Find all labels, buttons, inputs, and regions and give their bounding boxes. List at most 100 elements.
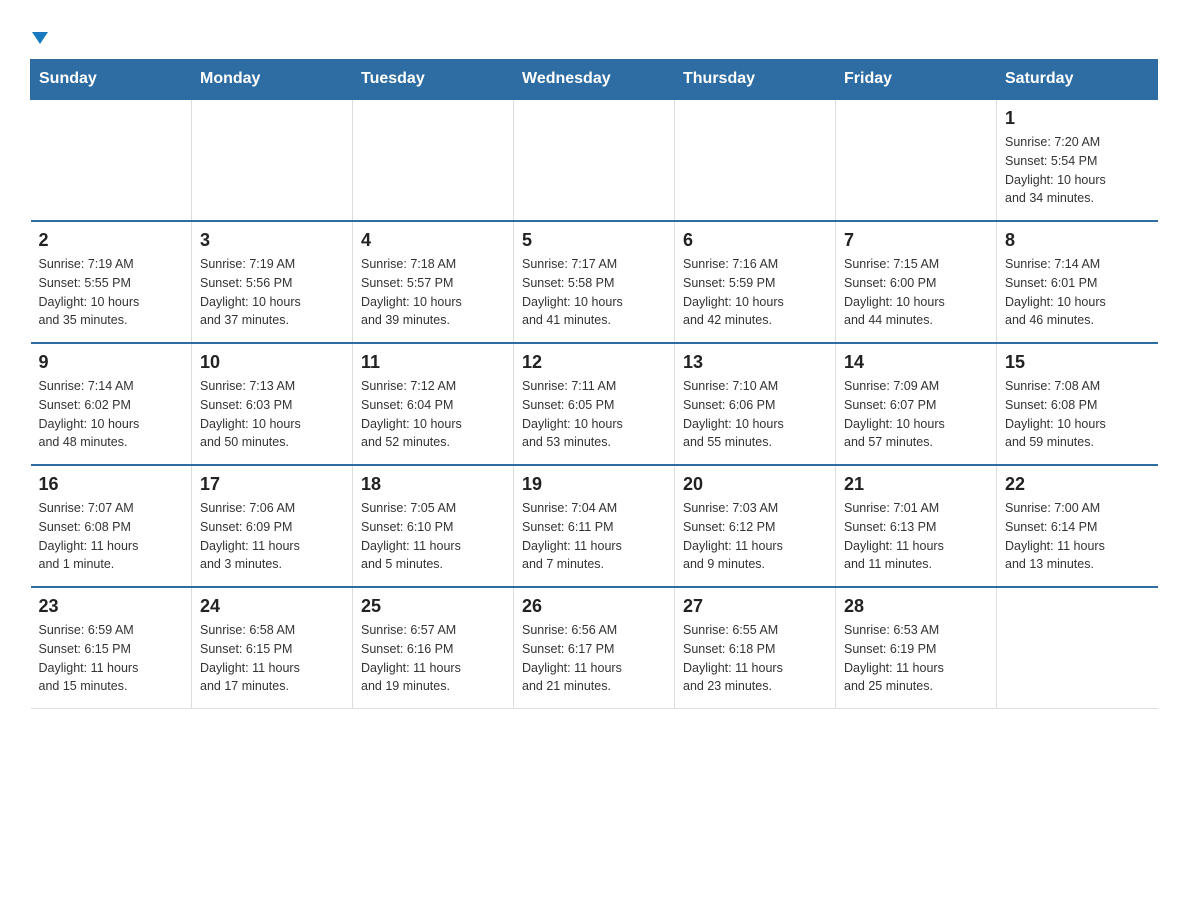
cell-info-text: Sunrise: 7:13 AMSunset: 6:03 PMDaylight:…: [200, 377, 344, 452]
day-header-wednesday: Wednesday: [514, 60, 675, 100]
calendar-cell: 19 Sunrise: 7:04 AMSunset: 6:11 PMDayligh…: [514, 465, 675, 587]
calendar-cell: 22 Sunrise: 7:00 AMSunset: 6:14 PMDayligh…: [997, 465, 1158, 587]
cell-info-text: Sunrise: 7:15 AMSunset: 6:00 PMDaylight:…: [844, 255, 988, 330]
cell-day-number: 24: [200, 596, 344, 617]
cell-info-text: Sunrise: 7:03 AMSunset: 6:12 PMDaylight:…: [683, 499, 827, 574]
cell-day-number: 26: [522, 596, 666, 617]
cell-info-text: Sunrise: 7:09 AMSunset: 6:07 PMDaylight:…: [844, 377, 988, 452]
calendar-table: SundayMondayTuesdayWednesdayThursdayFrid…: [30, 59, 1158, 709]
calendar-cell: 26Sunrise: 6:56 AMSunset: 6:17 PMDayligh…: [514, 587, 675, 709]
cell-day-number: 11: [361, 352, 505, 373]
cell-info-text: Sunrise: 6:55 AMSunset: 6:18 PMDaylight:…: [683, 621, 827, 696]
calendar-cell: 7 Sunrise: 7:15 AMSunset: 6:00 PMDaylight…: [836, 221, 997, 343]
cell-day-number: 9: [39, 352, 184, 373]
cell-day-number: 4: [361, 230, 505, 251]
calendar-cell: [31, 99, 192, 221]
calendar-cell: 23 Sunrise: 6:59 AMSunset: 6:15 PMDayligh…: [31, 587, 192, 709]
cell-day-number: 21: [844, 474, 988, 495]
calendar-cell: [514, 99, 675, 221]
cell-info-text: Sunrise: 6:53 AMSunset: 6:19 PMDaylight:…: [844, 621, 988, 696]
calendar-cell: 18 Sunrise: 7:05 AMSunset: 6:10 PMDayligh…: [353, 465, 514, 587]
calendar-cell: 25 Sunrise: 6:57 AMSunset: 6:16 PMDayligh…: [353, 587, 514, 709]
cell-day-number: 8: [1005, 230, 1150, 251]
logo-text: [30, 25, 48, 49]
calendar-body: 1 Sunrise: 7:20 AMSunset: 5:54 PMDaylight…: [31, 99, 1158, 709]
cell-info-text: Sunrise: 6:59 AMSunset: 6:15 PMDaylight:…: [39, 621, 184, 696]
calendar-cell: 16 Sunrise: 7:07 AMSunset: 6:08 PMDayligh…: [31, 465, 192, 587]
calendar-cell: 28 Sunrise: 6:53 AMSunset: 6:19 PMDayligh…: [836, 587, 997, 709]
calendar-cell: 13 Sunrise: 7:10 AMSunset: 6:06 PMDayligh…: [675, 343, 836, 465]
cell-day-number: 27: [683, 596, 827, 617]
calendar-cell: 12 Sunrise: 7:11 AMSunset: 6:05 PMDayligh…: [514, 343, 675, 465]
day-header-tuesday: Tuesday: [353, 60, 514, 100]
day-header-monday: Monday: [192, 60, 353, 100]
cell-info-text: Sunrise: 7:18 AMSunset: 5:57 PMDaylight:…: [361, 255, 505, 330]
calendar-cell: [997, 587, 1158, 709]
calendar-cell: 21 Sunrise: 7:01 AMSunset: 6:13 PMDayligh…: [836, 465, 997, 587]
cell-day-number: 1: [1005, 108, 1150, 129]
cell-info-text: Sunrise: 7:00 AMSunset: 6:14 PMDaylight:…: [1005, 499, 1150, 574]
calendar-cell: [353, 99, 514, 221]
cell-day-number: 6: [683, 230, 827, 251]
calendar-week-4: 23 Sunrise: 6:59 AMSunset: 6:15 PMDayligh…: [31, 587, 1158, 709]
calendar-cell: 17 Sunrise: 7:06 AMSunset: 6:09 PMDayligh…: [192, 465, 353, 587]
calendar-cell: [836, 99, 997, 221]
day-header-thursday: Thursday: [675, 60, 836, 100]
cell-day-number: 3: [200, 230, 344, 251]
cell-info-text: Sunrise: 7:04 AMSunset: 6:11 PMDaylight:…: [522, 499, 666, 574]
cell-day-number: 10: [200, 352, 344, 373]
cell-day-number: 23: [39, 596, 184, 617]
cell-info-text: Sunrise: 7:19 AMSunset: 5:55 PMDaylight:…: [39, 255, 184, 330]
calendar-cell: 4 Sunrise: 7:18 AMSunset: 5:57 PMDaylight…: [353, 221, 514, 343]
cell-info-text: Sunrise: 7:07 AMSunset: 6:08 PMDaylight:…: [39, 499, 184, 574]
day-header-saturday: Saturday: [997, 60, 1158, 100]
calendar-cell: 6 Sunrise: 7:16 AMSunset: 5:59 PMDaylight…: [675, 221, 836, 343]
cell-info-text: Sunrise: 7:06 AMSunset: 6:09 PMDaylight:…: [200, 499, 344, 574]
calendar-cell: 24 Sunrise: 6:58 AMSunset: 6:15 PMDayligh…: [192, 587, 353, 709]
cell-day-number: 12: [522, 352, 666, 373]
cell-info-text: Sunrise: 7:17 AMSunset: 5:58 PMDaylight:…: [522, 255, 666, 330]
calendar-week-2: 9 Sunrise: 7:14 AMSunset: 6:02 PMDaylight…: [31, 343, 1158, 465]
cell-info-text: Sunrise: 7:14 AMSunset: 6:02 PMDaylight:…: [39, 377, 184, 452]
cell-info-text: Sunrise: 7:12 AMSunset: 6:04 PMDaylight:…: [361, 377, 505, 452]
cell-day-number: 28: [844, 596, 988, 617]
cell-day-number: 25: [361, 596, 505, 617]
cell-info-text: Sunrise: 6:58 AMSunset: 6:15 PMDaylight:…: [200, 621, 344, 696]
cell-info-text: Sunrise: 7:16 AMSunset: 5:59 PMDaylight:…: [683, 255, 827, 330]
calendar-cell: 14 Sunrise: 7:09 AMSunset: 6:07 PMDayligh…: [836, 343, 997, 465]
cell-day-number: 5: [522, 230, 666, 251]
cell-day-number: 17: [200, 474, 344, 495]
cell-day-number: 7: [844, 230, 988, 251]
calendar-cell: 20 Sunrise: 7:03 AMSunset: 6:12 PMDayligh…: [675, 465, 836, 587]
cell-info-text: Sunrise: 7:14 AMSunset: 6:01 PMDaylight:…: [1005, 255, 1150, 330]
cell-day-number: 20: [683, 474, 827, 495]
day-header-sunday: Sunday: [31, 60, 192, 100]
calendar-cell: 8 Sunrise: 7:14 AMSunset: 6:01 PMDaylight…: [997, 221, 1158, 343]
calendar-week-0: 1 Sunrise: 7:20 AMSunset: 5:54 PMDaylight…: [31, 99, 1158, 221]
calendar-cell: 27 Sunrise: 6:55 AMSunset: 6:18 PMDayligh…: [675, 587, 836, 709]
cell-day-number: 18: [361, 474, 505, 495]
cell-info-text: Sunrise: 6:57 AMSunset: 6:16 PMDaylight:…: [361, 621, 505, 696]
cell-info-text: Sunrise: 7:19 AMSunset: 5:56 PMDaylight:…: [200, 255, 344, 330]
cell-day-number: 14: [844, 352, 988, 373]
cell-info-text: Sunrise: 7:11 AMSunset: 6:05 PMDaylight:…: [522, 377, 666, 452]
calendar-cell: [192, 99, 353, 221]
calendar-cell: [675, 99, 836, 221]
logo-triangle-icon: [32, 32, 48, 44]
cell-day-number: 22: [1005, 474, 1150, 495]
cell-info-text: Sunrise: 7:08 AMSunset: 6:08 PMDaylight:…: [1005, 377, 1150, 452]
cell-day-number: 15: [1005, 352, 1150, 373]
calendar-cell: 15 Sunrise: 7:08 AMSunset: 6:08 PMDayligh…: [997, 343, 1158, 465]
cell-info-text: Sunrise: 7:20 AMSunset: 5:54 PMDaylight:…: [1005, 133, 1150, 208]
calendar-cell: 3 Sunrise: 7:19 AMSunset: 5:56 PMDaylight…: [192, 221, 353, 343]
cell-day-number: 13: [683, 352, 827, 373]
calendar-cell: 9 Sunrise: 7:14 AMSunset: 6:02 PMDaylight…: [31, 343, 192, 465]
cell-info-text: Sunrise: 7:01 AMSunset: 6:13 PMDaylight:…: [844, 499, 988, 574]
cell-day-number: 16: [39, 474, 184, 495]
cell-info-text: Sunrise: 7:10 AMSunset: 6:06 PMDaylight:…: [683, 377, 827, 452]
calendar-cell: 2 Sunrise: 7:19 AMSunset: 5:55 PMDaylight…: [31, 221, 192, 343]
cell-info-text: Sunrise: 7:05 AMSunset: 6:10 PMDaylight:…: [361, 499, 505, 574]
cell-day-number: 2: [39, 230, 184, 251]
calendar-cell: 5 Sunrise: 7:17 AMSunset: 5:58 PMDaylight…: [514, 221, 675, 343]
cell-day-number: 19: [522, 474, 666, 495]
